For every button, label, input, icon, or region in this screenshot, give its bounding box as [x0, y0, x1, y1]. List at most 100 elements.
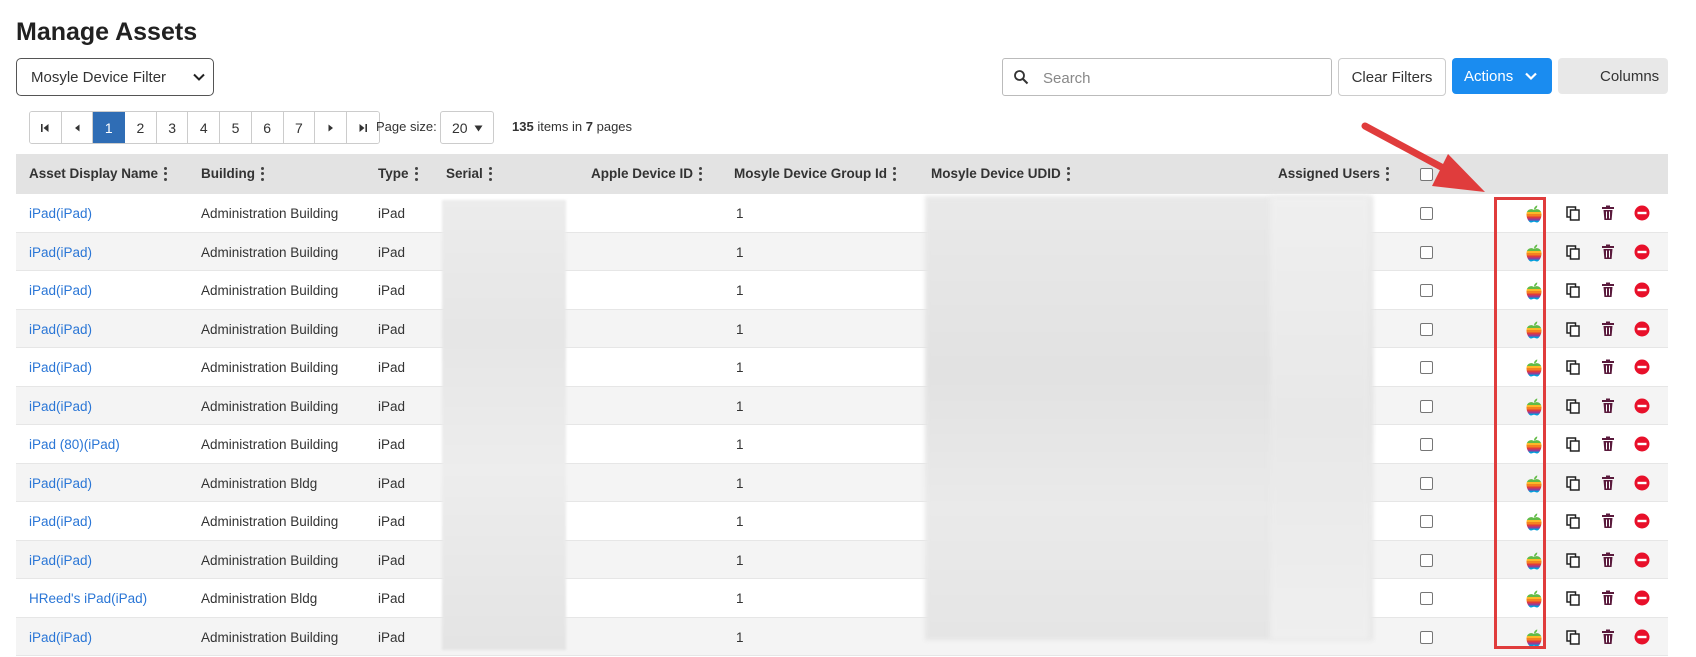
asset-name-link[interactable]: iPad(iPad) — [29, 322, 92, 337]
actions-button[interactable]: Actions — [1452, 58, 1552, 94]
copy-icon[interactable] — [1565, 475, 1581, 491]
remove-circle-icon[interactable] — [1634, 398, 1650, 414]
row-select-checkbox[interactable] — [1420, 592, 1433, 605]
remove-circle-icon[interactable] — [1634, 321, 1650, 337]
trash-icon[interactable] — [1601, 321, 1615, 337]
asset-name-link[interactable]: iPad(iPad) — [29, 283, 92, 298]
asset-name-link[interactable]: iPad(iPad) — [29, 476, 92, 491]
column-menu-icon[interactable] — [164, 166, 168, 181]
row-select-checkbox[interactable] — [1420, 361, 1433, 374]
copy-icon[interactable] — [1565, 398, 1581, 414]
row-select-checkbox[interactable] — [1420, 476, 1433, 490]
column-header-mosyle-device-group-id[interactable]: Mosyle Device Group Id — [734, 166, 897, 181]
page-button-7[interactable]: 7 — [283, 112, 316, 143]
first-page-button[interactable] — [30, 112, 62, 143]
copy-icon[interactable] — [1565, 629, 1581, 645]
asset-name-link[interactable]: iPad (80)(iPad) — [29, 437, 120, 452]
remove-circle-icon[interactable] — [1634, 629, 1650, 645]
remove-circle-icon[interactable] — [1634, 436, 1650, 452]
copy-icon[interactable] — [1565, 513, 1581, 529]
remove-circle-icon[interactable] — [1634, 205, 1650, 221]
column-header-serial[interactable]: Serial — [446, 166, 493, 181]
trash-icon[interactable] — [1601, 359, 1615, 375]
remove-circle-icon[interactable] — [1634, 513, 1650, 529]
mosyle-device-filter-select[interactable]: Mosyle Device Filter — [16, 58, 214, 96]
row-select-checkbox[interactable] — [1420, 245, 1433, 259]
next-page-button[interactable] — [315, 112, 347, 143]
page-button-1[interactable]: 1 — [93, 112, 126, 143]
column-menu-icon[interactable] — [1066, 166, 1071, 181]
column-menu-icon[interactable] — [699, 166, 703, 181]
page-button-6[interactable]: 6 — [251, 112, 284, 143]
page-button-3[interactable]: 3 — [156, 112, 189, 143]
copy-icon[interactable] — [1565, 552, 1581, 568]
remove-circle-icon[interactable] — [1634, 552, 1650, 568]
building-cell: Administration Building — [201, 552, 339, 568]
remove-circle-icon[interactable] — [1634, 590, 1650, 606]
row-select-checkbox[interactable] — [1420, 438, 1433, 451]
asset-name-link[interactable]: iPad(iPad) — [29, 360, 92, 375]
page-button-4[interactable]: 4 — [188, 112, 221, 143]
prev-page-button[interactable] — [61, 112, 94, 143]
asset-name-link[interactable]: iPad(iPad) — [29, 206, 92, 221]
page-button-5[interactable]: 5 — [220, 112, 252, 143]
trash-icon[interactable] — [1601, 205, 1615, 221]
remove-circle-icon[interactable] — [1634, 282, 1650, 298]
trash-icon[interactable] — [1601, 282, 1615, 298]
assigned-users-redacted-area — [1270, 196, 1370, 640]
column-menu-icon[interactable] — [414, 166, 419, 181]
trash-icon[interactable] — [1601, 436, 1615, 452]
column-menu-icon[interactable] — [488, 166, 493, 181]
copy-icon[interactable] — [1565, 359, 1581, 375]
row-select-checkbox[interactable] — [1420, 207, 1433, 220]
type-cell: iPad — [378, 475, 406, 491]
trash-icon[interactable] — [1601, 513, 1615, 529]
asset-name-link[interactable]: HReed's iPad(iPad) — [29, 591, 147, 606]
column-header-apple-device-id[interactable]: Apple Device ID — [591, 166, 703, 181]
column-label: Apple Device ID — [591, 166, 694, 181]
column-menu-icon[interactable] — [261, 166, 265, 181]
trash-icon[interactable] — [1601, 475, 1615, 491]
copy-icon[interactable] — [1565, 436, 1581, 452]
copy-icon[interactable] — [1565, 321, 1581, 337]
copy-icon[interactable] — [1565, 205, 1581, 221]
row-select-checkbox[interactable] — [1420, 399, 1433, 413]
serial-redacted-area — [442, 200, 566, 650]
asset-name-link[interactable]: iPad(iPad) — [29, 553, 92, 568]
items-text-mid: items in — [537, 119, 583, 134]
asset-name-link[interactable]: iPad(iPad) — [29, 245, 92, 260]
group-id-cell: 1 — [736, 244, 744, 260]
remove-circle-icon[interactable] — [1634, 475, 1650, 491]
trash-icon[interactable] — [1601, 244, 1615, 260]
asset-name-link[interactable]: iPad(iPad) — [29, 399, 92, 414]
asset-name-link[interactable]: iPad(iPad) — [29, 514, 92, 529]
search-input[interactable]: Search — [1002, 58, 1332, 96]
column-header-mosyle-device-udid[interactable]: Mosyle Device UDID — [931, 166, 1071, 181]
copy-icon[interactable] — [1565, 590, 1581, 606]
copy-icon[interactable] — [1565, 244, 1581, 260]
row-select-checkbox[interactable] — [1420, 284, 1433, 297]
building-cell: Administration Bldg — [201, 475, 318, 491]
last-page-button[interactable] — [346, 112, 379, 143]
page-size-select[interactable]: 20 — [440, 111, 494, 144]
asset-name-link[interactable]: iPad(iPad) — [29, 630, 92, 645]
table-row: iPad(iPad) Administration Bldg iPad 1 — [16, 463, 1668, 502]
page-button-2[interactable]: 2 — [125, 112, 157, 143]
trash-icon[interactable] — [1601, 398, 1615, 414]
column-menu-icon[interactable] — [893, 166, 897, 181]
clear-filters-button[interactable]: Clear Filters — [1338, 58, 1446, 96]
columns-button[interactable]: Columns — [1558, 58, 1668, 94]
trash-icon[interactable] — [1601, 629, 1615, 645]
column-header-asset-display-name[interactable]: Asset Display Name — [29, 166, 168, 181]
column-header-building[interactable]: Building — [201, 166, 265, 181]
row-select-checkbox[interactable] — [1420, 553, 1433, 567]
remove-circle-icon[interactable] — [1634, 359, 1650, 375]
trash-icon[interactable] — [1601, 590, 1615, 606]
row-select-checkbox[interactable] — [1420, 515, 1433, 528]
remove-circle-icon[interactable] — [1634, 244, 1650, 260]
copy-icon[interactable] — [1565, 282, 1581, 298]
row-select-checkbox[interactable] — [1420, 630, 1433, 644]
row-select-checkbox[interactable] — [1420, 322, 1433, 336]
column-header-type[interactable]: Type — [378, 166, 419, 181]
trash-icon[interactable] — [1601, 552, 1615, 568]
